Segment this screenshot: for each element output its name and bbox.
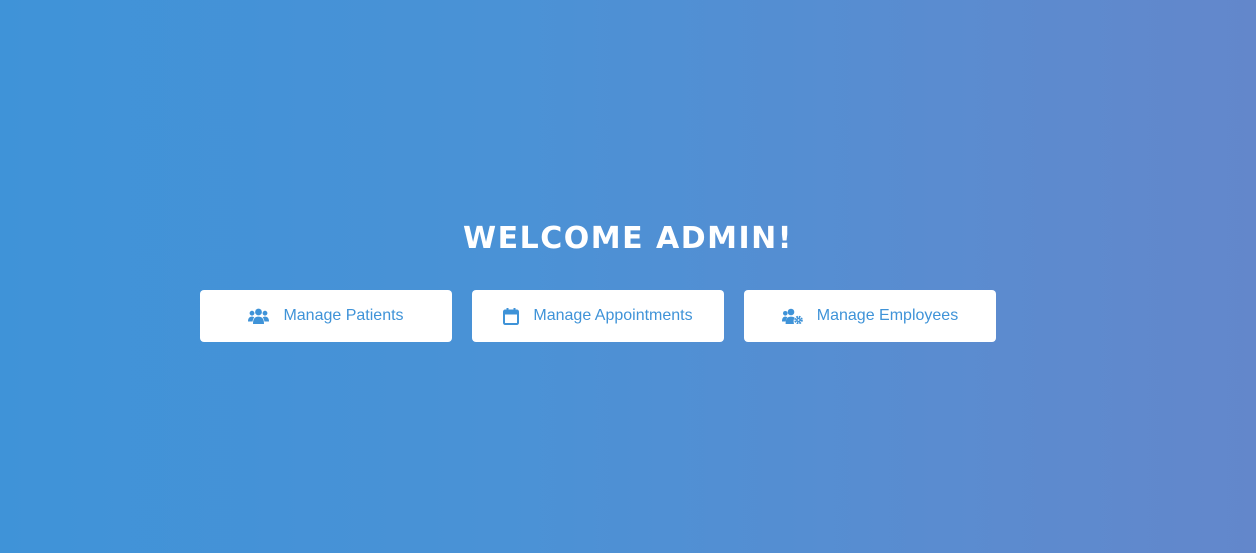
users-cog-icon [781,308,803,324]
manage-employees-label: Manage Employees [816,307,959,324]
welcome-heading: WELCOME ADMIN! [463,221,793,257]
users-icon [248,308,270,324]
calendar-icon [503,307,520,325]
manage-appointments-label: Manage Appointments [533,307,693,324]
manage-patients-button[interactable]: Manage Patients [200,290,452,342]
manage-patients-label: Manage Patients [283,307,404,324]
admin-actions: Manage Patients Manage Appointments Mana… [200,290,996,342]
manage-appointments-button[interactable]: Manage Appointments [472,290,724,342]
manage-employees-button[interactable]: Manage Employees [744,290,996,342]
